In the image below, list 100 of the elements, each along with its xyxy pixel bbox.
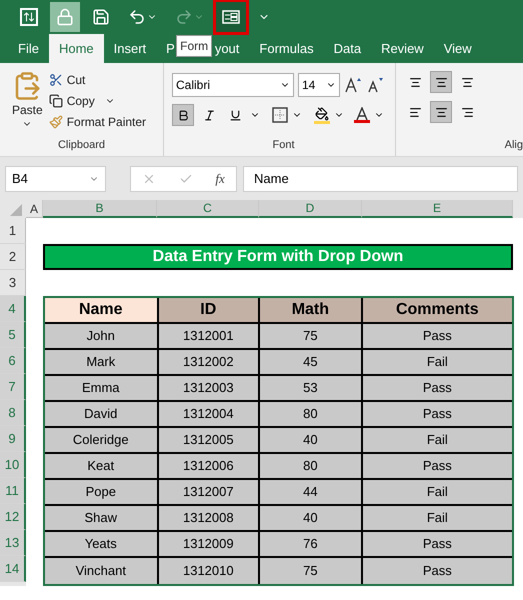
table-cell: 1312005 <box>158 428 260 452</box>
table-cell: David <box>45 402 159 426</box>
align-center-icon <box>434 106 448 118</box>
shrink-font-icon <box>366 77 384 93</box>
ribbon-tab[interactable]: Insert <box>104 34 156 63</box>
align-right-icon <box>460 106 474 118</box>
table-cell: 76 <box>260 532 363 556</box>
table-cell-text: Pass <box>422 562 453 580</box>
row-header[interactable]: 8 <box>0 400 26 426</box>
table-cell: Emma <box>45 376 159 400</box>
row-header[interactable]: 13 <box>0 530 26 556</box>
column-header[interactable]: D <box>259 200 362 218</box>
undo-icon <box>128 8 146 26</box>
column-heading: Name <box>45 298 159 322</box>
middle-align-icon <box>434 76 448 88</box>
save-icon <box>92 8 110 26</box>
ribbon-tab[interactable]: Data <box>324 34 372 63</box>
table-cell: 1312006 <box>158 454 260 478</box>
insert-function-button[interactable]: fx <box>215 169 225 189</box>
copy-button[interactable]: Copy <box>48 92 146 110</box>
table-cell: 75 <box>260 324 363 348</box>
row-header[interactable]: 5 <box>0 322 26 348</box>
table-cell: 1312007 <box>158 480 260 504</box>
row-header[interactable]: 1 <box>0 218 26 244</box>
sort-icon <box>20 8 38 26</box>
redo-icon <box>175 8 193 26</box>
group-label: Clipboard <box>56 138 106 152</box>
formula-field[interactable]: Name <box>243 166 518 192</box>
table-cell: Coleridge <box>45 428 159 452</box>
paste-button[interactable]: Paste <box>12 71 43 136</box>
column-header[interactable]: B <box>43 200 157 218</box>
table-cell: 40 <box>260 428 363 452</box>
align-center-button[interactable] <box>430 101 452 123</box>
row-header[interactable]: 14 <box>0 556 26 582</box>
table-cell: John <box>45 324 159 348</box>
italic-icon <box>202 108 216 122</box>
column-header[interactable]: C <box>157 200 259 218</box>
bold-icon <box>176 108 190 122</box>
table-cell: 1312003 <box>158 376 260 400</box>
table-cell-text: Pass <box>422 535 453 554</box>
row-header[interactable]: 4 <box>0 296 26 322</box>
ribbon-tab[interactable]: File <box>0 34 49 63</box>
table-cell: 80 <box>260 454 363 478</box>
table-cell: 75 <box>260 558 363 584</box>
tooltip: Form <box>176 35 212 57</box>
row-header[interactable]: 7 <box>0 374 26 400</box>
table-cell: 1312004 <box>158 402 260 426</box>
group-label: Font <box>271 138 296 152</box>
row-header[interactable]: 10 <box>0 452 26 478</box>
table-cell: 1312010 <box>158 558 260 584</box>
table-cell: 44 <box>260 480 363 504</box>
table-cell: Vinchant <box>45 558 159 584</box>
column-heading: ID <box>158 298 260 322</box>
fill-color-icon <box>314 106 330 124</box>
row-header[interactable]: 2 <box>0 244 26 270</box>
column-heading: Math <box>260 298 363 322</box>
table-cell-text: Fail <box>426 353 449 372</box>
table-cell: Mark <box>45 350 159 374</box>
font-name-field[interactable]: Calibri <box>172 73 294 97</box>
table-cell: 1312001 <box>158 324 260 348</box>
sheet-title: Data Entry Form with Drop Down <box>43 244 513 270</box>
table-cell-text: Pass <box>422 405 453 424</box>
table-cell: 1312002 <box>158 350 260 374</box>
align-left-icon <box>408 106 422 118</box>
table-cell: 80 <box>260 402 363 426</box>
row-header[interactable]: 11 <box>0 478 26 504</box>
borders-icon <box>272 107 288 123</box>
table-cell: Yeats <box>45 532 159 556</box>
cut-button[interactable]: Cut <box>48 71 146 89</box>
column-header[interactable]: E <box>362 200 513 218</box>
underline-icon <box>228 108 242 122</box>
table-cell-text: Fail <box>426 509 449 528</box>
form-button[interactable] <box>216 2 246 32</box>
row-header[interactable]: 3 <box>0 270 26 296</box>
font-size-field[interactable]: 14 <box>298 73 340 97</box>
table-cell: Shaw <box>45 506 159 530</box>
table-cell: 1312009 <box>158 532 260 556</box>
font-color-icon <box>354 107 370 123</box>
bold-button[interactable] <box>172 104 194 126</box>
table-cell-text: Fail <box>426 431 449 450</box>
brush-icon <box>48 115 63 129</box>
name-box[interactable]: B4 <box>5 166 106 192</box>
table-cell-text: Fail <box>426 483 449 502</box>
table-cell-text: Pass <box>422 327 453 346</box>
ribbon-tab[interactable]: View <box>434 34 482 63</box>
row-header[interactable]: 9 <box>0 426 26 452</box>
scissors-icon <box>48 73 63 87</box>
table-cell: Keat <box>45 454 159 478</box>
ribbon-tab[interactable]: Formulas <box>249 34 324 63</box>
ribbon-tab[interactable]: Home <box>48 34 104 63</box>
middle-align-button[interactable] <box>430 71 452 93</box>
table-cell-text: Pass <box>422 379 453 398</box>
format-painter-button[interactable]: Format Painter <box>48 113 146 131</box>
form-icon <box>222 10 240 24</box>
column-heading: Comments <box>362 298 512 322</box>
table-cell: 40 <box>260 506 363 530</box>
ribbon-tab[interactable]: Review <box>371 34 434 63</box>
group-label: Alig <box>504 138 523 152</box>
row-header[interactable]: 12 <box>0 504 26 530</box>
row-header[interactable]: 6 <box>0 348 26 374</box>
